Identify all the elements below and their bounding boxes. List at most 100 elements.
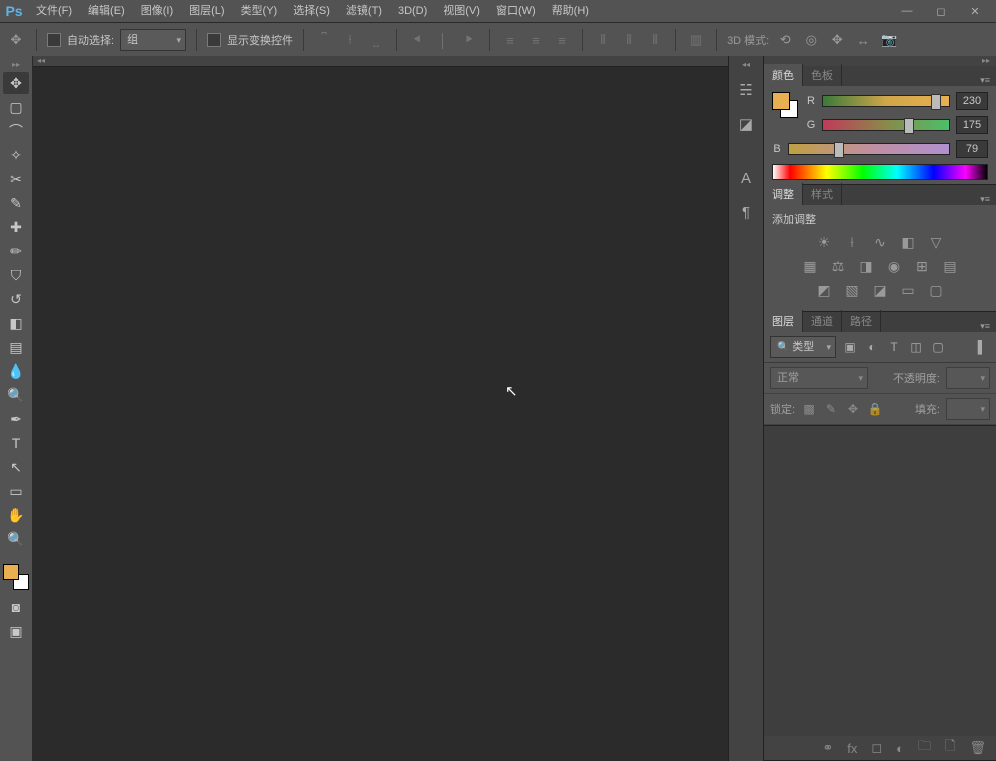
auto-select-checkbox[interactable] — [47, 33, 61, 47]
3d-slide-icon[interactable]: ↔ — [853, 30, 873, 50]
curves-icon[interactable]: ∿ — [871, 233, 889, 251]
show-transform-checkbox[interactable] — [207, 33, 221, 47]
layer-mask-icon[interactable]: ◻ — [871, 740, 882, 756]
fill-dropdown[interactable] — [946, 398, 990, 420]
crop-tool[interactable]: ✂ — [3, 168, 29, 190]
adjust-panel-menu-icon[interactable]: ▾≡ — [974, 194, 996, 205]
align-bottom-icon[interactable]: ⎵ — [366, 30, 386, 50]
tab-styles[interactable]: 样式 — [803, 183, 842, 205]
tab-adjustments[interactable]: 调整 — [764, 183, 803, 205]
hand-tool[interactable]: ✋ — [3, 504, 29, 526]
lock-transparency-icon[interactable]: ▩ — [801, 401, 817, 417]
3d-roll-icon[interactable]: ◎ — [801, 30, 821, 50]
foreground-color-swatch[interactable] — [3, 564, 19, 580]
vibrance-icon[interactable]: ▽ — [927, 233, 945, 251]
3d-pan-icon[interactable]: ✥ — [827, 30, 847, 50]
zoom-tool[interactable]: 🔍 — [3, 528, 29, 550]
clone-stamp-tool[interactable]: ⛉ — [3, 264, 29, 286]
align-top-icon[interactable]: ⎴ — [314, 30, 334, 50]
menu-file[interactable]: 文件(F) — [28, 0, 80, 22]
brush-tool[interactable]: ✏ — [3, 240, 29, 262]
delete-layer-icon[interactable]: 🗑 — [969, 740, 986, 756]
3d-camera-icon[interactable]: 📷 — [879, 30, 899, 50]
blur-tool[interactable]: 💧 — [3, 360, 29, 382]
layer-filter-kind-dropdown[interactable]: 🔍 类型 — [770, 336, 836, 358]
filter-smart-icon[interactable]: ▢ — [930, 339, 946, 355]
type-tool[interactable]: T — [3, 432, 29, 454]
menu-image[interactable]: 图像(I) — [133, 0, 181, 22]
opacity-dropdown[interactable] — [946, 367, 990, 389]
marquee-tool[interactable]: ▢ — [3, 96, 29, 118]
menu-help[interactable]: 帮助(H) — [544, 0, 597, 22]
canvas-area[interactable]: ◂◂ ↖ — [33, 56, 728, 761]
3d-orbit-icon[interactable]: ⟲ — [775, 30, 795, 50]
b-slider[interactable] — [788, 143, 950, 155]
levels-icon[interactable]: ⟊ — [843, 233, 861, 251]
lock-all-icon[interactable]: 🔒 — [867, 401, 883, 417]
posterize-icon[interactable]: ▧ — [843, 281, 861, 299]
menu-type[interactable]: 类型(Y) — [233, 0, 286, 22]
layer-list[interactable] — [764, 425, 996, 736]
filter-toggle-icon[interactable]: ▌ — [974, 339, 990, 355]
distribute-bottom-icon[interactable]: ≡ — [552, 30, 572, 50]
tab-channels[interactable]: 通道 — [803, 310, 842, 332]
pen-tool[interactable]: ✒ — [3, 408, 29, 430]
filter-type-icon[interactable]: T — [886, 339, 902, 355]
channel-mixer-icon[interactable]: ⊞ — [913, 257, 931, 275]
auto-select-dropdown[interactable]: 组 — [120, 29, 186, 51]
lasso-tool[interactable]: ⌒ — [3, 120, 29, 142]
r-slider[interactable] — [822, 95, 950, 107]
invert-icon[interactable]: ◩ — [815, 281, 833, 299]
tab-color[interactable]: 颜色 — [764, 64, 803, 86]
menu-layer[interactable]: 图层(L) — [181, 0, 232, 22]
paragraph-panel-icon[interactable]: ¶ — [732, 198, 760, 226]
filter-adjust-icon[interactable]: ◐ — [864, 339, 880, 355]
filter-pixel-icon[interactable]: ▣ — [842, 339, 858, 355]
foreground-background-swatch[interactable] — [3, 564, 29, 590]
r-value-input[interactable]: 230 — [956, 92, 988, 110]
threshold-icon[interactable]: ◪ — [871, 281, 889, 299]
new-layer-icon[interactable]: 🗋 — [945, 737, 955, 759]
filter-shape-icon[interactable]: ◫ — [908, 339, 924, 355]
menu-select[interactable]: 选择(S) — [285, 0, 338, 22]
tab-layers[interactable]: 图层 — [764, 310, 803, 332]
lock-position-icon[interactable]: ✥ — [845, 401, 861, 417]
auto-align-icon[interactable]: ▥ — [686, 30, 706, 50]
distribute-left-icon[interactable]: ⦀ — [593, 30, 613, 50]
history-brush-tool[interactable]: ↺ — [3, 288, 29, 310]
tab-swatches[interactable]: 色板 — [803, 64, 842, 86]
align-vcenter-icon[interactable]: ⍿ — [340, 30, 360, 50]
shape-tool[interactable]: ▭ — [3, 480, 29, 502]
gradient-tool[interactable]: ▤ — [3, 336, 29, 358]
selective-color-icon[interactable]: ▢ — [927, 281, 945, 299]
history-panel-icon[interactable]: ☵ — [732, 76, 760, 104]
align-hcenter-icon[interactable]: │ — [433, 30, 453, 50]
lock-image-icon[interactable]: ✎ — [823, 401, 839, 417]
layers-panel-menu-icon[interactable]: ▾≡ — [974, 321, 996, 332]
maximize-button[interactable]: ◻ — [934, 5, 948, 18]
screen-mode-tool[interactable]: ▣ — [3, 620, 29, 642]
quick-mask-tool[interactable]: ◙ — [3, 596, 29, 618]
distribute-vcenter-icon[interactable]: ≡ — [526, 30, 546, 50]
g-value-input[interactable]: 175 — [956, 116, 988, 134]
healing-brush-tool[interactable]: ✚ — [3, 216, 29, 238]
link-layers-icon[interactable]: ⚭ — [822, 740, 833, 756]
distribute-top-icon[interactable]: ≡ — [500, 30, 520, 50]
tab-paths[interactable]: 路径 — [842, 310, 881, 332]
distribute-right-icon[interactable]: ⦀ — [645, 30, 665, 50]
eyedropper-tool[interactable]: ✎ — [3, 192, 29, 214]
color-panel-swatch[interactable] — [772, 92, 798, 118]
color-panel-menu-icon[interactable]: ▾≡ — [974, 75, 996, 86]
layer-fx-icon[interactable]: fx — [847, 741, 857, 756]
align-left-icon[interactable]: ⯇ — [407, 30, 427, 50]
gradient-map-icon[interactable]: ▭ — [899, 281, 917, 299]
menu-3d[interactable]: 3D(D) — [390, 0, 435, 22]
magic-wand-tool[interactable]: ✧ — [3, 144, 29, 166]
eraser-tool[interactable]: ◧ — [3, 312, 29, 334]
new-group-icon[interactable]: 🗀 — [918, 737, 931, 759]
dodge-tool[interactable]: 🔍 — [3, 384, 29, 406]
distribute-hcenter-icon[interactable]: ⦀ — [619, 30, 639, 50]
black-white-icon[interactable]: ◨ — [857, 257, 875, 275]
exposure-icon[interactable]: ◧ — [899, 233, 917, 251]
photo-filter-icon[interactable]: ◉ — [885, 257, 903, 275]
